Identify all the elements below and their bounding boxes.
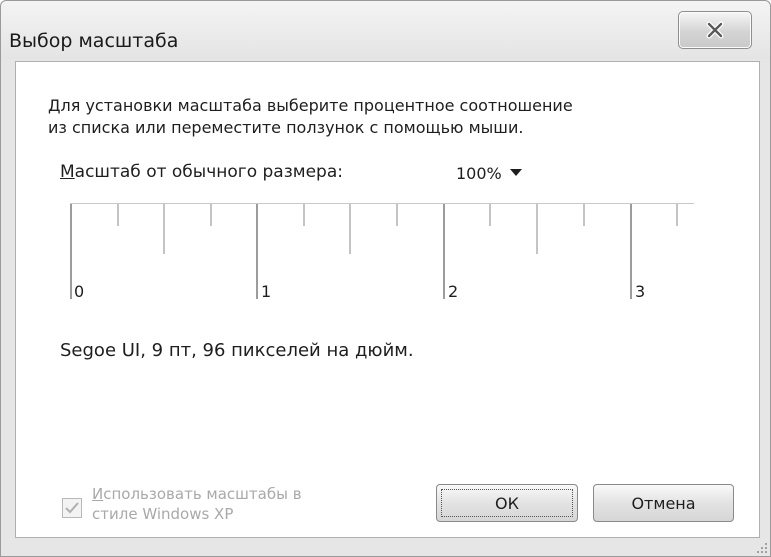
window-title: Выбор масштаба bbox=[9, 30, 179, 52]
scale-label-access-key: М bbox=[60, 162, 75, 182]
focus-rectangle bbox=[441, 489, 573, 517]
close-icon bbox=[706, 21, 724, 39]
scale-label-text: асштаб от обычного размера: bbox=[74, 162, 343, 182]
zoom-percent-dropdown[interactable]: 100% bbox=[442, 155, 536, 191]
instructions-line-1: Для установки масштаба выберите процентн… bbox=[48, 96, 573, 115]
ruler-label-1: 1 bbox=[261, 282, 272, 301]
xp-scaling-label-line-2: стиле Windows XP bbox=[92, 505, 234, 523]
scale-ruler[interactable]: 0 1 2 3 bbox=[70, 203, 694, 314]
ruler-label-0: 0 bbox=[74, 282, 85, 301]
instructions-line-2: из списка или переместите ползунок с пом… bbox=[48, 118, 524, 137]
font-info-text: Segoe UI, 9 пт, 96 пикселей на дюйм. bbox=[60, 340, 414, 361]
cancel-button-label: Отмена bbox=[631, 493, 696, 513]
ruler-ticks bbox=[70, 204, 678, 299]
xp-scaling-checkbox[interactable] bbox=[62, 498, 82, 518]
xp-scaling-label-line-1: спользовать масштабы в bbox=[103, 485, 302, 503]
ok-button[interactable]: ОК bbox=[436, 484, 578, 522]
resize-grip-icon[interactable] bbox=[755, 541, 769, 555]
cancel-button[interactable]: Отмена bbox=[593, 484, 734, 522]
scale-label: Масштаб от обычного размера: bbox=[60, 162, 343, 182]
ruler-label-2: 2 bbox=[448, 282, 459, 301]
ruler-label-3: 3 bbox=[635, 282, 646, 301]
close-button[interactable] bbox=[678, 11, 752, 49]
chevron-down-icon bbox=[510, 169, 522, 176]
title-bar[interactable]: Выбор масштаба bbox=[1, 1, 770, 59]
zoom-percent-value: 100% bbox=[456, 163, 502, 183]
instructions-text: Для установки масштаба выберите процентн… bbox=[48, 95, 573, 139]
xp-scaling-access-key: И bbox=[92, 485, 104, 503]
xp-scaling-label[interactable]: Использовать масштабы в стиле Windows XP bbox=[92, 484, 302, 524]
checkmark-icon bbox=[65, 502, 79, 514]
